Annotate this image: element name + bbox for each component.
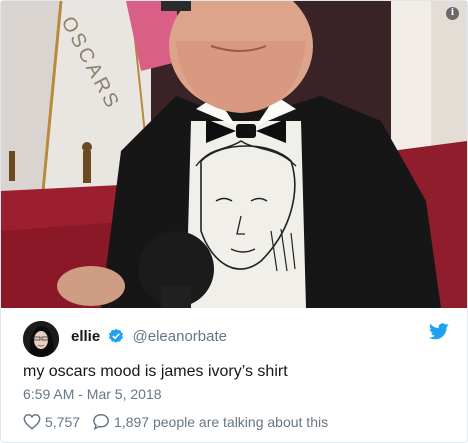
photo-illustration: OSCARS	[1, 1, 467, 308]
like-count[interactable]: 5,757	[45, 414, 80, 430]
display-name[interactable]: ellie	[71, 328, 100, 345]
avatar-image	[23, 321, 59, 357]
handle[interactable]: @eleanorbate	[133, 328, 227, 345]
tweet-header: ellie @eleanorbate	[23, 321, 449, 357]
speech-bubble-icon[interactable]	[92, 413, 110, 430]
avatar[interactable]	[23, 321, 59, 357]
tweet-actions: 5,757 1,897 people are talking about thi…	[23, 413, 340, 430]
talking-count[interactable]: 1,897 people are talking about this	[114, 414, 328, 430]
tweet-photo[interactable]: OSCARS i	[1, 1, 467, 308]
tweet-timestamp[interactable]: 6:59 AM - Mar 5, 2018	[23, 386, 162, 402]
verified-badge-icon	[109, 328, 124, 343]
embedded-tweet-card[interactable]: OSCARS i ellie @eleanorbate my oscars mo…	[0, 0, 468, 443]
heart-icon[interactable]	[23, 413, 41, 430]
author-line[interactable]: ellie @eleanorbate	[71, 328, 227, 345]
twitter-bird-icon[interactable]	[429, 323, 449, 340]
tweet-text: my oscars mood is james ivory’s shirt	[23, 363, 288, 380]
info-icon[interactable]: i	[446, 7, 459, 20]
